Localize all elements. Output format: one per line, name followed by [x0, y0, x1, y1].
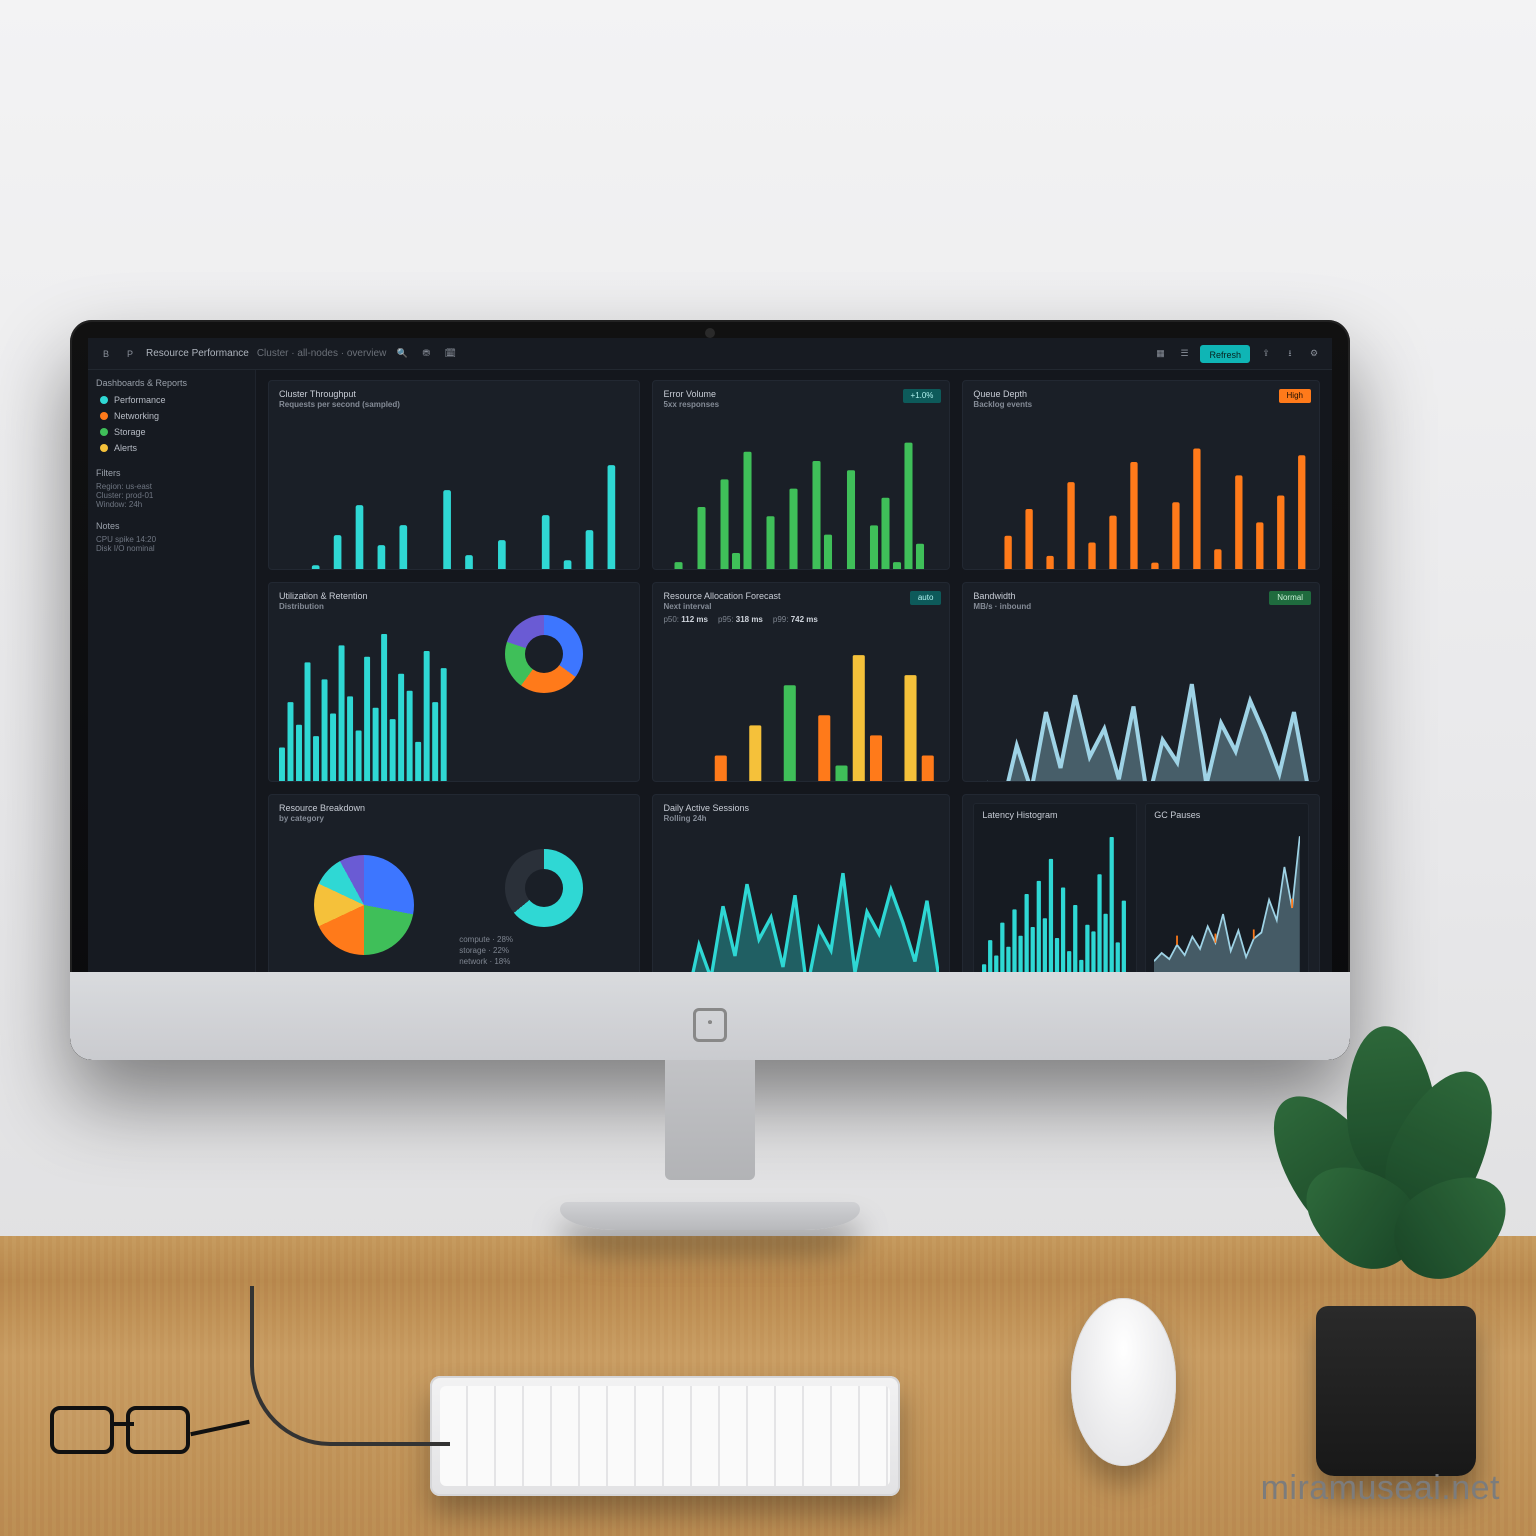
card-subtitle: Requests per second (sampled): [279, 400, 629, 409]
grid-icon[interactable]: ▦: [1152, 346, 1168, 362]
sidebar-filters-title: Filters: [96, 468, 247, 478]
card-subtitle: MB/s · inbound: [973, 602, 1309, 611]
bar-chart[interactable]: [982, 826, 1128, 980]
donut-center: 68%util: [505, 615, 583, 693]
card-subtitle: Backlog events: [973, 400, 1309, 409]
mouse: [1071, 1298, 1176, 1466]
chart-card-r1c1: Cluster Throughput Requests per second (…: [268, 380, 640, 570]
chart-grid: ⟲ ▶ ⏸ 24h 1h Live ⚙ ⤢ ⟳ ? Cluster Throug…: [256, 370, 1332, 1042]
bar-chart[interactable]: [279, 617, 449, 782]
calendar-icon[interactable]: 🗓: [442, 346, 458, 362]
chart-card-r2c3: Bandwidth MB/s · inbound Normal · in· ou…: [962, 582, 1320, 782]
monitor-chin: [70, 972, 1350, 1060]
dot-icon: [100, 428, 108, 436]
sidebar-filter[interactable]: Cluster: prod-01: [96, 491, 247, 500]
donut-center: 64%used: [505, 849, 583, 927]
chart-card-r3c1: Resource Breakdown by category 64%used c…: [268, 794, 640, 994]
donut-chart[interactable]: 68%util: [505, 615, 583, 693]
breadcrumb: Resource Performance: [146, 348, 249, 359]
sidebar-note: CPU spike 14:20: [96, 535, 247, 544]
sidebar-note: Disk I/O nominal: [96, 544, 247, 553]
card-subtitle: by category: [279, 814, 629, 823]
sidebar-item-alerts[interactable]: Alerts: [96, 440, 247, 456]
keyboard: [430, 1376, 900, 1496]
share-icon[interactable]: ⇪: [1258, 346, 1274, 362]
settings-icon[interactable]: ⚙: [1306, 346, 1322, 362]
topbar: B P Resource Performance Cluster · all-n…: [88, 338, 1332, 370]
watermark: miramuseai.net: [1261, 1469, 1500, 1508]
card-title: Resource Breakdown: [279, 803, 629, 813]
sidebar-filter[interactable]: Window: 24h: [96, 500, 247, 509]
sidebar-item-storage[interactable]: Storage: [96, 424, 247, 440]
bar-chart[interactable]: [663, 630, 939, 782]
chart-card-r1c3: Queue Depth Backlog events High 00040812…: [962, 380, 1320, 570]
sub-card: Latency Histogram: [973, 803, 1137, 987]
sidebar-item-networking[interactable]: Networking: [96, 408, 247, 424]
card-title: Bandwidth: [973, 591, 1309, 601]
sidebar-item-label: Alerts: [114, 443, 137, 453]
search-icon[interactable]: 🔍: [394, 346, 410, 362]
sub-card: GC Pauses: [1145, 803, 1309, 987]
bar-chart[interactable]: [973, 415, 1309, 570]
sidebar-header: Dashboards & Reports: [96, 378, 247, 388]
dot-icon: [100, 396, 108, 404]
monitor-stand: [600, 1060, 820, 1230]
metric-row: p50: 112 msp95: 318 msp99: 742 ms: [663, 615, 939, 624]
card-title: GC Pauses: [1154, 810, 1300, 820]
refresh-button[interactable]: Refresh: [1200, 345, 1250, 363]
status-badge: High: [1279, 389, 1311, 403]
breakdown-list: compute · 28%storage · 22%network · 18%: [459, 935, 629, 966]
sidebar-item-label: Performance: [114, 395, 166, 405]
pie-chart[interactable]: [314, 855, 414, 955]
cable: [250, 1286, 450, 1446]
card-subtitle: Distribution: [279, 602, 629, 611]
download-icon[interactable]: ⭳: [1282, 346, 1298, 362]
filter-icon[interactable]: ⛃: [418, 346, 434, 362]
chart-card-r3c3: Latency Histogram GC Pauses: [962, 794, 1320, 994]
card-title: Resource Allocation Forecast: [663, 591, 939, 601]
status-badge: +1.0%: [903, 389, 942, 403]
card-title: Queue Depth: [973, 389, 1309, 399]
card-title: Cluster Throughput: [279, 389, 629, 399]
card-subtitle: Rolling 24h: [663, 814, 939, 823]
dashboard-screen: B P Resource Performance Cluster · all-n…: [88, 338, 1332, 1042]
bar-chart[interactable]: [663, 415, 939, 570]
donut-chart[interactable]: 64%used: [505, 849, 583, 927]
area-chart[interactable]: [1154, 826, 1300, 980]
card-title: Daily Active Sessions: [663, 803, 939, 813]
breadcrumb-sub: Cluster · all-nodes · overview: [257, 348, 387, 359]
chart-card-r1c2: Error Volume 5xx responses +1.0% 0004081…: [652, 380, 950, 570]
sidebar: Dashboards & Reports Performance Network…: [88, 370, 256, 1042]
glasses: [50, 1406, 250, 1466]
dot-icon: [100, 412, 108, 420]
camera-icon: [705, 328, 715, 338]
project-icon: P: [122, 346, 138, 362]
sidebar-item-label: Networking: [114, 411, 159, 421]
status-badge: auto: [910, 591, 942, 605]
bar-chart[interactable]: [279, 415, 629, 570]
sidebar-filter[interactable]: Region: us-east: [96, 482, 247, 491]
card-title: Utilization & Retention: [279, 591, 629, 601]
imac: B P Resource Performance Cluster · all-n…: [70, 320, 1350, 1060]
card-title: Latency Histogram: [982, 810, 1128, 820]
chart-card-r2c1: Utilization & Retention Distribution 68%…: [268, 582, 640, 782]
sidebar-item-performance[interactable]: Performance: [96, 392, 247, 408]
chart-card-r2c2: Resource Allocation Forecast Next interv…: [652, 582, 950, 782]
card-title: Error Volume: [663, 389, 939, 399]
area-chart[interactable]: [973, 617, 1309, 782]
list-icon[interactable]: ☰: [1176, 346, 1192, 362]
app-badge-icon: B: [98, 346, 114, 362]
dot-icon: [100, 444, 108, 452]
card-subtitle: Next interval: [663, 602, 939, 611]
sidebar-notes-title: Notes: [96, 521, 247, 531]
card-subtitle: 5xx responses: [663, 400, 939, 409]
monitor-bezel: B P Resource Performance Cluster · all-n…: [70, 320, 1350, 1060]
plant: [1276, 1046, 1496, 1476]
chart-card-r3c2: Daily Active Sessions Rolling 24h · sess…: [652, 794, 950, 994]
status-badge: Normal: [1269, 591, 1311, 605]
sidebar-item-label: Storage: [114, 427, 146, 437]
area-chart[interactable]: [663, 829, 939, 994]
